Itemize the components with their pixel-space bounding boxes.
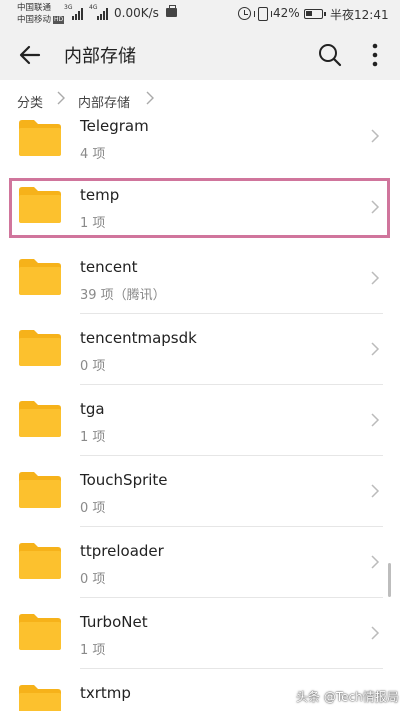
search-icon[interactable] (316, 41, 344, 69)
chevron-right-icon (371, 271, 380, 285)
folder-name: txrtmp (80, 684, 131, 702)
carrier-1: 中国联通 (17, 3, 52, 13)
folder-row-tencentmapsdk[interactable]: tencentmapsdk 0 项 (0, 314, 400, 385)
folder-name: tga (80, 400, 105, 418)
chevron-right-icon (371, 413, 380, 427)
folder-icon (19, 401, 61, 437)
chevron-right-icon (371, 626, 380, 640)
alarm-icon (238, 7, 251, 20)
chevron-right-icon (371, 129, 380, 143)
folder-row-touchsprite[interactable]: TouchSprite 0 项 (0, 456, 400, 527)
arrow-left-icon[interactable] (17, 42, 43, 68)
folder-item-count: 0 项 (80, 501, 106, 516)
folder-name: ttpreloader (80, 542, 164, 560)
breadcrumb-item-category[interactable]: 分类 (17, 92, 43, 111)
hd-badge: HD (53, 15, 65, 24)
chevron-right-icon (371, 555, 380, 569)
folder-row-turbonet[interactable]: TurboNet 1 项 (0, 598, 400, 669)
chevron-right-icon (371, 342, 380, 356)
folder-icon (19, 472, 61, 508)
folder-name: tencent (80, 258, 138, 276)
signal-3g-icon: 3G (64, 4, 86, 20)
chevron-right-icon (371, 484, 380, 498)
page-title: 内部存储 (64, 46, 136, 67)
battery-percent: 42% (273, 6, 300, 20)
folder-name: tencentmapsdk (80, 329, 197, 347)
clock: 半夜12:41 (330, 8, 389, 22)
folder-icon (19, 120, 61, 156)
scrollbar[interactable] (388, 563, 391, 597)
folder-icon (19, 614, 61, 650)
folder-row-tencent[interactable]: tencent 39 项（腾讯） (0, 243, 400, 314)
folder-icon (19, 330, 61, 366)
signal-4g-icon: 4G (89, 4, 111, 20)
battery-level (306, 11, 313, 16)
chevron-right-icon (146, 91, 154, 105)
folder-icon (19, 685, 61, 711)
breadcrumb-item-internal-storage[interactable]: 内部存储 (78, 92, 130, 111)
briefcase-icon (166, 5, 177, 17)
app-bar: 内部存储 (0, 30, 400, 80)
folder-row-ttpreloader[interactable]: ttpreloader 0 项 (0, 527, 400, 598)
folder-name: Telegram (80, 117, 149, 135)
watermark: 头条 @Tech情报局 (296, 690, 399, 704)
selection-highlight (9, 178, 390, 238)
folder-name: TurboNet (80, 613, 148, 631)
folder-row-telegram[interactable]: Telegram 4 项 (0, 107, 400, 178)
network-speed: 0.00K/s (114, 6, 159, 20)
vibrate-icon (254, 7, 272, 21)
carrier-info: 中国联通 中国移动 HD (17, 2, 65, 26)
folder-name: TouchSprite (80, 471, 168, 489)
breadcrumb: 分类 内部存储 (0, 80, 400, 114)
folder-item-count: 1 项 (80, 643, 106, 658)
folder-row-tga[interactable]: tga 1 项 (0, 385, 400, 456)
chevron-right-icon (57, 91, 65, 105)
more-vertical-icon[interactable] (363, 41, 387, 69)
status-bar: 中国联通 中国移动 HD 3G 4G 0.00K/s 42% 半夜12:41 (0, 0, 400, 30)
folder-item-count: 1 项 (80, 430, 106, 445)
folder-icon (19, 543, 61, 579)
folder-item-count: 39 项（腾讯） (80, 288, 166, 303)
carrier-2: 中国移动 (17, 15, 52, 25)
battery-icon (304, 9, 326, 19)
folder-item-count: 4 项 (80, 147, 106, 162)
folder-item-count: 0 项 (80, 359, 106, 374)
folder-item-count: 0 项 (80, 572, 106, 587)
folder-icon (19, 259, 61, 295)
